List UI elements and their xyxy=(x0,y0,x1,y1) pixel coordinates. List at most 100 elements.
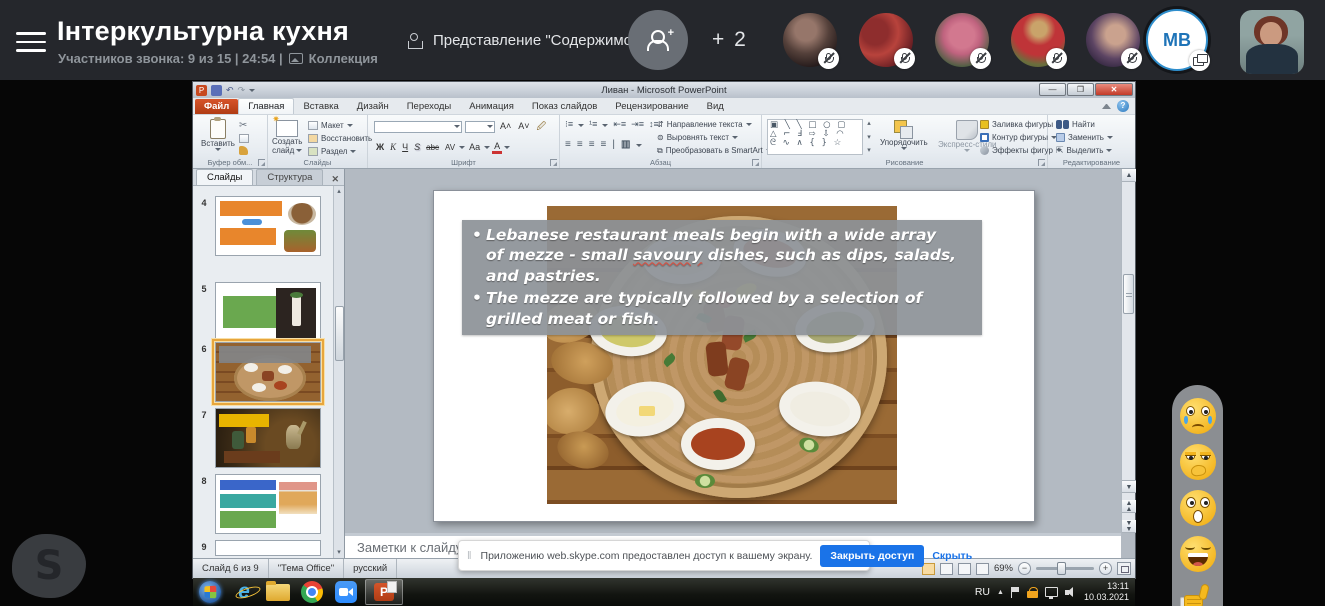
scroll-down-icon[interactable]: ▼ xyxy=(1122,480,1136,493)
menu-icon[interactable] xyxy=(16,26,46,58)
italic-button[interactable]: К xyxy=(388,141,398,154)
tab-slideshow[interactable]: Показ слайдов xyxy=(523,99,606,114)
zoom-slider[interactable] xyxy=(1036,567,1094,570)
crying-icon[interactable] xyxy=(1180,398,1216,434)
layout-button[interactable]: Макет xyxy=(308,119,372,132)
action-center-flag-icon[interactable] xyxy=(1011,587,1020,598)
reading-view-button[interactable] xyxy=(958,563,971,575)
slide-thumbnail-4[interactable]: 4 xyxy=(193,196,344,256)
file-explorer-icon[interactable] xyxy=(261,579,295,605)
dialog-launcher-icon[interactable] xyxy=(258,159,265,166)
grow-font-button[interactable]: A˄ xyxy=(498,120,513,133)
text-shadow-button[interactable]: S xyxy=(412,141,422,154)
collapse-ribbon-icon[interactable] xyxy=(1102,104,1111,109)
stop-sharing-button[interactable]: Закрыть доступ xyxy=(820,545,924,567)
view-selector[interactable]: Представление "Содержимое" xyxy=(408,32,663,49)
find-button[interactable]: Найти xyxy=(1056,118,1113,131)
character-spacing-button[interactable]: AV xyxy=(443,141,457,154)
maximize-button[interactable]: ❐ xyxy=(1067,83,1094,96)
zoom-app-icon[interactable] xyxy=(329,579,363,605)
justify-button[interactable]: ≡ xyxy=(601,139,607,150)
shapes-gallery[interactable]: ▣ ╲ ╲ □ ○ ▢ △ ⌐ Ⅎ ⇨ ⇩ ◠ ᘓ ∿ ∧ { } ☆ xyxy=(767,119,863,155)
current-slide[interactable]: Lebanese restaurant meals begin with a w… xyxy=(433,190,1035,522)
internet-explorer-icon[interactable]: e xyxy=(227,579,261,605)
tab-design[interactable]: Дизайн xyxy=(348,99,398,114)
overflow-participants-count[interactable]: + 2 xyxy=(712,28,748,52)
security-lock-icon[interactable] xyxy=(1027,587,1038,598)
columns-button[interactable]: ▥ xyxy=(621,139,630,150)
clock[interactable]: 13:11 10.03.2021 xyxy=(1084,581,1129,604)
speaker-icon[interactable] xyxy=(1065,587,1077,598)
shapes-more-icon[interactable]: ▾ xyxy=(865,146,873,155)
slide-thumbnail-7[interactable]: 7 xyxy=(193,408,344,468)
increase-indent-button[interactable]: ⇥≡ xyxy=(631,119,644,130)
font-name-combobox[interactable] xyxy=(374,121,462,133)
redo-icon[interactable]: ↷ xyxy=(238,85,246,96)
zoom-out-button[interactable]: − xyxy=(1018,562,1031,575)
align-left-button[interactable]: ≡ xyxy=(565,139,571,150)
align-center-button[interactable]: ≡ xyxy=(577,139,583,150)
change-case-button[interactable]: Aa xyxy=(467,141,482,154)
minimize-button[interactable]: — xyxy=(1039,83,1066,96)
arrange-button[interactable]: Упорядочить xyxy=(880,120,928,150)
format-painter-icon[interactable] xyxy=(239,146,248,155)
shrink-font-button[interactable]: A˅ xyxy=(516,120,531,133)
underline-button[interactable]: Ч xyxy=(400,141,410,154)
language-indicator[interactable]: русский xyxy=(344,559,397,578)
convert-smartart-button[interactable]: ⧉Преобразовать в SmartArt xyxy=(657,144,772,157)
laughing-icon[interactable] xyxy=(1180,536,1216,572)
drag-handle-icon[interactable]: ‖ xyxy=(467,550,473,562)
chrome-icon[interactable] xyxy=(295,579,329,605)
align-right-button[interactable]: ≡ xyxy=(589,139,595,150)
thumbs-up-icon[interactable] xyxy=(1180,582,1216,606)
slide-thumbnail-6-selected[interactable]: 6 xyxy=(193,342,344,402)
select-button[interactable]: ⇱Выделить xyxy=(1056,144,1113,157)
tab-transitions[interactable]: Переходы xyxy=(398,99,461,114)
tab-insert[interactable]: Вставка xyxy=(294,99,347,114)
scrollbar-thumb[interactable] xyxy=(1123,274,1134,314)
clear-formatting-button[interactable]: 🖉 xyxy=(535,120,549,133)
reset-button[interactable]: Восстановить xyxy=(308,132,372,145)
tab-review[interactable]: Рецензирование xyxy=(606,99,697,114)
tab-view[interactable]: Вид xyxy=(698,99,733,114)
dialog-launcher-icon[interactable] xyxy=(550,159,557,166)
font-color-button[interactable]: A xyxy=(492,141,502,154)
decrease-indent-button[interactable]: ⇤≡ xyxy=(613,119,626,130)
close-button[interactable]: ✕ xyxy=(1095,83,1133,96)
scroll-up-icon[interactable]: ▲ xyxy=(1122,169,1136,182)
participant-avatar-initials[interactable]: MB xyxy=(1146,9,1208,71)
bullets-button[interactable]: ⁝≡ xyxy=(565,119,573,130)
previous-slide-button[interactable]: ▲▲ xyxy=(1122,500,1136,513)
add-participant-button[interactable]: + xyxy=(628,10,688,70)
bold-button[interactable]: Ж xyxy=(374,141,386,154)
zoom-percentage[interactable]: 69% xyxy=(994,563,1013,574)
vertical-scrollbar[interactable]: ▲ ▼ ▲▲ ▼▼ xyxy=(1121,169,1135,533)
hide-banner-link[interactable]: Скрыть xyxy=(932,550,972,562)
powerpoint-taskbar-button[interactable]: P xyxy=(365,579,403,605)
tab-file[interactable]: Файл xyxy=(195,99,238,114)
panel-close-icon[interactable]: ✕ xyxy=(331,174,339,185)
cut-icon[interactable]: ✂ xyxy=(239,120,249,131)
panel-scrollbar-thumb[interactable] xyxy=(335,306,344,361)
scroll-down-icon[interactable]: ▾ xyxy=(334,548,344,557)
surprised-icon[interactable] xyxy=(1180,490,1216,526)
participant-avatar[interactable] xyxy=(1011,13,1065,67)
new-slide-button[interactable]: Создать слайд xyxy=(272,120,302,155)
next-slide-button[interactable]: ▼▼ xyxy=(1122,520,1136,533)
text-direction-button[interactable]: ⇵Направление текста xyxy=(657,118,772,131)
undo-icon[interactable]: ↶ xyxy=(226,85,234,96)
show-hidden-icons-icon[interactable]: ▲ xyxy=(997,589,1004,596)
panel-tab-outline[interactable]: Структура xyxy=(256,169,323,185)
participant-avatar[interactable] xyxy=(935,13,989,67)
shapes-scroll-up-icon[interactable]: ▴ xyxy=(865,119,873,128)
dialog-launcher-icon[interactable] xyxy=(752,159,759,166)
participant-avatar[interactable] xyxy=(1086,13,1140,67)
participant-avatar[interactable] xyxy=(859,13,913,67)
participant-video-tile[interactable] xyxy=(1240,10,1304,74)
section-button[interactable]: Раздел xyxy=(308,145,372,158)
slide-thumbnail-5[interactable]: 5 xyxy=(193,282,344,342)
shapes-scroll-down-icon[interactable]: ▾ xyxy=(865,133,873,142)
dialog-launcher-icon[interactable] xyxy=(1038,159,1045,166)
theme-name[interactable]: "Тема Office" xyxy=(269,559,344,578)
tab-animations[interactable]: Анимация xyxy=(460,99,523,114)
